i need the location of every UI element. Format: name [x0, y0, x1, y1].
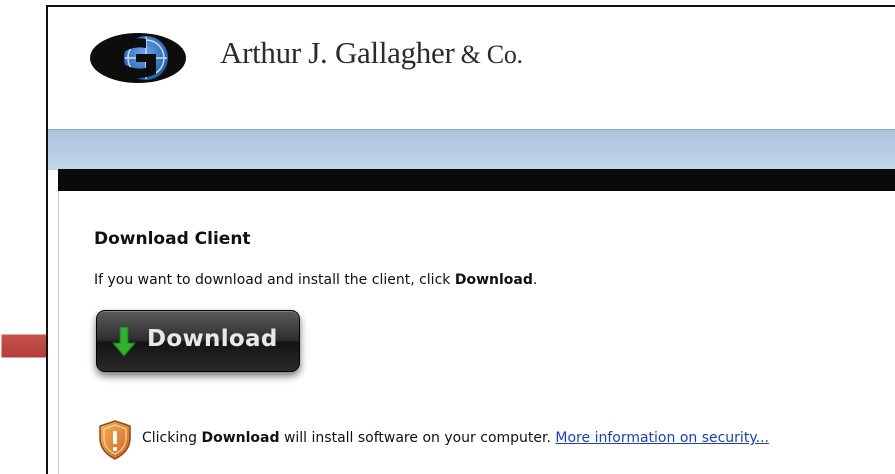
gallagher-globe-logo-icon	[90, 33, 186, 83]
shield-warning-icon	[99, 420, 131, 460]
brand-header: Arthur J. Gallagher & Co.	[48, 7, 895, 129]
navigation-band	[48, 129, 895, 170]
browser-page: Arthur J. Gallagher & Co. Download Clien…	[46, 5, 895, 474]
section-title: Download Client	[94, 229, 251, 249]
security-middle: will install software on your computer.	[279, 430, 556, 446]
security-prefix: Clicking	[142, 430, 202, 446]
company-name: Arthur J. Gallagher & Co.	[220, 35, 523, 71]
instruction-prefix: If you want to download and install the …	[94, 272, 455, 288]
download-button-label: Download	[147, 326, 278, 352]
instruction-bold: Download	[454, 272, 533, 288]
security-bold: Download	[201, 430, 280, 446]
down-arrow-icon	[111, 327, 137, 357]
instruction-suffix: .	[532, 272, 538, 288]
security-text: Clicking Download will install software …	[142, 430, 769, 446]
security-info-link[interactable]: More information on security...	[555, 430, 769, 446]
download-button[interactable]: Download	[96, 310, 300, 372]
download-instruction: If you want to download and install the …	[94, 272, 537, 288]
content-header-bar	[58, 169, 895, 191]
company-name-suffix: & Co.	[454, 40, 523, 69]
screenshot-canvas: Arthur J. Gallagher & Co. Download Clien…	[0, 0, 895, 474]
company-name-main: Arthur J. Gallagher	[220, 35, 455, 70]
